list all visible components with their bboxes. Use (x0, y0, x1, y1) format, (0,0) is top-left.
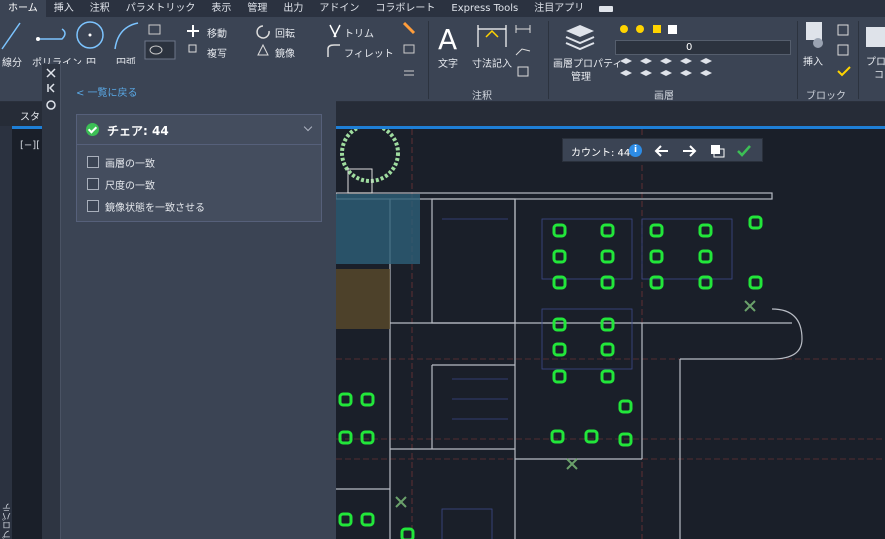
count-toolbar: カウント: 44 i (562, 138, 763, 162)
trim-icon[interactable] (329, 24, 341, 38)
layer-color-icon[interactable] (668, 25, 677, 34)
table-icon[interactable] (517, 66, 529, 77)
tab-output[interactable]: 出力 (275, 0, 311, 17)
layer-dropdown-value: 0 (686, 42, 693, 53)
finish-check-icon[interactable] (737, 145, 751, 157)
option-match-scale[interactable]: 尺度の一致 (87, 177, 155, 192)
polyline-tool-icon[interactable] (38, 28, 66, 40)
trim-label[interactable]: トリム (344, 25, 374, 40)
dimension-icon[interactable] (477, 25, 507, 47)
line-label: 線分 (2, 58, 22, 69)
option-label: 鏡像状態を一致させる (105, 202, 205, 214)
option-label: 尺度の一致 (105, 180, 155, 192)
rectangle-tool-icon[interactable] (148, 24, 161, 35)
next-arrow-icon[interactable] (683, 145, 697, 157)
layer-group-label[interactable]: 画層 (654, 87, 674, 102)
mirror-icon[interactable] (257, 43, 269, 56)
explode-icon[interactable] (403, 44, 415, 54)
create-block-icon[interactable] (837, 24, 849, 36)
palette-title-strip (42, 64, 60, 539)
count-palette: < 一覧に戻る チェア: 44 画層の一致 尺度の一致 鏡像状態を一致させる (60, 64, 336, 539)
dimension-label[interactable]: 寸法記入 (472, 55, 512, 70)
layer-thaw-icon[interactable] (636, 25, 644, 33)
card-header[interactable]: チェア: 44 (77, 115, 321, 145)
checkbox[interactable] (87, 200, 99, 212)
leader-icon[interactable] (515, 48, 531, 56)
offset-icon[interactable] (404, 70, 414, 76)
layer-properties-label-2[interactable]: 管理 (571, 68, 591, 83)
tab-annotate[interactable]: 注釈 (82, 0, 118, 17)
layer-lock-icon[interactable] (653, 25, 661, 33)
properties-label-2[interactable]: コ (874, 66, 884, 81)
layer-dropdown[interactable]: 0 (615, 40, 791, 55)
tab-view[interactable]: 表示 (203, 0, 239, 17)
count-label: カウント: 44 (571, 148, 631, 159)
checkbox[interactable] (87, 156, 99, 168)
insert-block-icon[interactable] (806, 22, 822, 40)
palette-strip-icons (46, 68, 56, 110)
line-tool-icon[interactable] (1, 22, 21, 50)
back-to-list-link[interactable]: < 一覧に戻る (76, 84, 138, 99)
block-attr-icon[interactable] (837, 66, 851, 77)
viewport-controls[interactable]: [−][ (20, 140, 40, 151)
option-label: 画層の一致 (105, 158, 155, 170)
checkbox[interactable] (87, 178, 99, 190)
layer-on-icon[interactable] (620, 25, 628, 33)
chair-highlights (338, 215, 763, 539)
tab-manage[interactable]: 管理 (239, 0, 275, 17)
text-tool-icon[interactable]: A (438, 23, 457, 56)
text-label[interactable]: 文字 (438, 55, 458, 70)
linear-dim-icon[interactable] (515, 25, 531, 33)
chevron-down-icon[interactable] (303, 122, 313, 132)
autohide-icon[interactable] (47, 83, 55, 93)
block-group-label[interactable]: ブロック (806, 87, 846, 102)
tab-addins[interactable]: アドイン (311, 0, 367, 17)
close-icon[interactable] (46, 68, 56, 78)
check-circle-icon (86, 123, 99, 136)
erase-icon[interactable] (402, 21, 416, 35)
insert-label[interactable]: 挿入 (803, 53, 823, 68)
start-tab[interactable]: スタ (20, 108, 40, 123)
tab-parametric[interactable]: パラメトリック (118, 0, 204, 17)
gear-icon[interactable] (46, 100, 56, 110)
edit-block-icon[interactable] (837, 44, 849, 56)
arc-tool-icon[interactable] (114, 22, 139, 50)
overflow-icon (599, 5, 614, 12)
tab-insert[interactable]: 挿入 (46, 0, 82, 17)
tab-collaborate[interactable]: コラボレート (367, 0, 443, 17)
tab-express-tools[interactable]: Express Tools (443, 0, 526, 17)
copy-icon[interactable] (188, 44, 197, 53)
option-match-layer[interactable]: 画層の一致 (87, 155, 155, 170)
ribbon-tab-bar: ホーム 挿入 注釈 パラメトリック 表示 管理 出力 アドイン コラボレート E… (0, 0, 885, 17)
option-match-mirror[interactable]: 鏡像状態を一致させる (87, 199, 205, 214)
move-label[interactable]: 移動 (207, 25, 227, 40)
annotation-group-label[interactable]: 注釈 (472, 87, 492, 102)
mirror-label[interactable]: 鏡像 (275, 45, 295, 60)
left-side-strip: プロパティ (0, 126, 26, 539)
rotate-label[interactable]: 回転 (275, 25, 295, 40)
layer-properties-icon[interactable] (566, 25, 594, 37)
properties-icon[interactable] (866, 27, 885, 47)
tab-featured-apps[interactable]: 注目アプリ (526, 0, 592, 17)
count-nav-icons (654, 145, 751, 158)
card-title: チェア: 44 (107, 124, 169, 138)
properties-side-label[interactable]: プロパティ (1, 498, 26, 539)
tab-overflow[interactable] (592, 0, 620, 17)
count-item-card: チェア: 44 画層の一致 尺度の一致 鏡像状態を一致させる (76, 114, 322, 222)
fillet-label[interactable]: フィレット (344, 45, 394, 60)
rotate-icon[interactable] (256, 25, 270, 39)
info-icon[interactable]: i (629, 144, 642, 157)
previous-arrow-icon[interactable] (654, 145, 668, 157)
copy-label[interactable]: 複写 (207, 45, 227, 60)
move-icon[interactable] (187, 25, 199, 37)
fillet-icon[interactable] (327, 44, 340, 57)
tab-home[interactable]: ホーム (0, 0, 46, 17)
plant-symbol (340, 129, 400, 183)
